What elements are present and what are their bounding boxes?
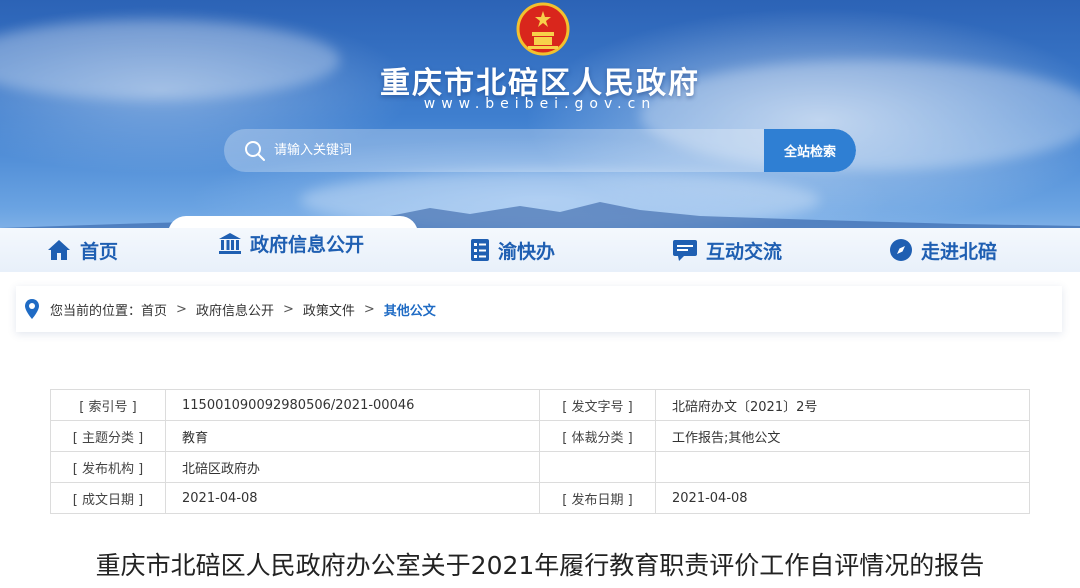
home-icon — [48, 240, 70, 260]
nav-item-label: 渝快办 — [498, 240, 556, 263]
genre-label: [ 体裁分类 ] — [539, 420, 656, 452]
document-info-table: [ 索引号 ] 11500109009298050​6/2021-00046 [… — [50, 389, 1030, 514]
government-building-icon — [219, 233, 241, 254]
breadcrumb-prefix: 您当前的位置： — [50, 303, 142, 319]
empty-cell — [539, 451, 656, 483]
table-row: [ 主题分类 ] 教育 [ 体裁分类 ] 工作报告;其他公文 — [50, 420, 1030, 452]
main-nav: 首页 政府信息公开 渝快办 互动交流 走进北碚 — [0, 228, 1080, 272]
nav-item-home[interactable]: 首页 — [46, 228, 118, 272]
created-date-value: 2021-04-08 — [165, 482, 540, 514]
index-label: [ 索引号 ] — [50, 389, 166, 421]
published-date-label: [ 发布日期 ] — [539, 482, 656, 514]
table-row: [ 发布机构 ] 北碚区政府办 — [50, 451, 1030, 483]
breadcrumb-link-home[interactable]: 首页 — [141, 300, 167, 319]
genre-value: 工作报告;其他公文 — [655, 420, 1030, 452]
search-button[interactable]: 全站检索 — [764, 129, 856, 172]
empty-cell — [655, 451, 1030, 483]
chat-icon — [673, 240, 697, 261]
checklist-icon — [471, 239, 489, 261]
breadcrumb: 您当前的位置： 首页 > 政府信息公开 > 政策文件 > 其他公文 — [16, 286, 1062, 332]
breadcrumb-link-gov-info[interactable]: 政府信息公开 — [196, 300, 274, 319]
breadcrumb-link-policy[interactable]: 政策文件 — [303, 300, 355, 319]
site-domain: www.beibei.gov.cn — [423, 96, 657, 112]
compass-icon — [890, 239, 912, 261]
published-date-value: 2021-04-08 — [655, 482, 1030, 514]
nav-item-yukuaiban[interactable]: 渝快办 — [470, 228, 555, 272]
breadcrumb-separator: > — [176, 301, 187, 317]
nav-item-label: 走进北碚 — [921, 240, 998, 263]
breadcrumb-current[interactable]: 其他公文 — [384, 300, 436, 319]
index-value: 11500109009298050​6/2021-00046 — [165, 389, 540, 421]
breadcrumb-separator: > — [282, 301, 294, 317]
header-banner: 重庆市北碚区人民政府 www.beibei.gov.cn 全站检索 — [0, 0, 1080, 260]
nav-item-label: 互动交流 — [706, 240, 783, 263]
national-emblem-icon — [516, 2, 570, 56]
topic-label: [ 主题分类 ] — [50, 420, 166, 452]
doc-number-label: [ 发文字号 ] — [539, 389, 656, 421]
topic-value: 教育 — [165, 420, 540, 452]
nav-item-label: 政府信息公开 — [250, 233, 365, 256]
publisher-label: [ 发布机构 ] — [50, 451, 166, 483]
search-icon — [245, 141, 265, 161]
nav-item-about-beibei[interactable]: 走进北碚 — [889, 228, 997, 272]
nav-item-interaction[interactable]: 互动交流 — [672, 228, 782, 272]
search-bar: 全站检索 — [224, 129, 856, 172]
document-title: 重庆市北碚区人民政府办公室关于2021年履行教育职责评价工作自评情况的报告 — [95, 551, 985, 580]
doc-number-value: 北碚府办文〔2021〕2号 — [655, 389, 1030, 421]
nav-item-gov-info[interactable]: 政府信息公开 — [218, 214, 364, 272]
breadcrumb-separator: > — [363, 301, 375, 317]
nav-item-label: 首页 — [80, 240, 119, 263]
publisher-value: 北碚区政府办 — [165, 451, 540, 483]
search-input[interactable] — [274, 129, 754, 172]
table-row: [ 索引号 ] 11500109009298050​6/2021-00046 [… — [50, 389, 1030, 421]
location-pin-icon — [25, 299, 39, 319]
table-row: [ 成文日期 ] 2021-04-08 [ 发布日期 ] 2021-04-08 — [50, 482, 1030, 514]
created-date-label: [ 成文日期 ] — [50, 482, 166, 514]
